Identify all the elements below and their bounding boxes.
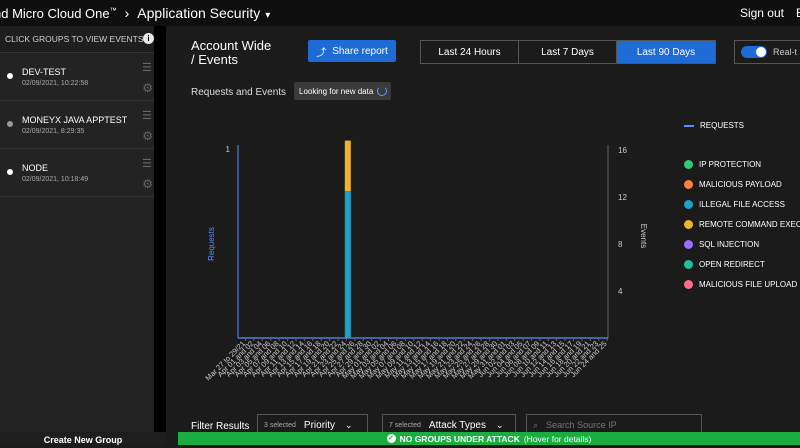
legend-item[interactable]: OPEN REDIRECT bbox=[684, 260, 765, 269]
y-axis-left-label: Requests bbox=[207, 227, 216, 261]
chevron-right-icon: › bbox=[124, 5, 130, 21]
toggle-switch[interactable] bbox=[741, 46, 767, 58]
app-switcher[interactable]: Application Security ▾ bbox=[137, 5, 270, 21]
group-time: 02/09/2021, 10:22:58 bbox=[22, 80, 89, 87]
legend-label: REMOTE COMMAND EXECU bbox=[699, 220, 800, 229]
spinner-icon bbox=[377, 86, 388, 96]
legend-item[interactable]: ILLEGAL FILE ACCESS bbox=[684, 200, 785, 209]
filter-label: Filter Results bbox=[191, 421, 250, 432]
loading-badge: Looking for new data bbox=[294, 82, 392, 100]
search-icon: ⌕ bbox=[533, 419, 539, 430]
legend-label: ILLEGAL FILE ACCESS bbox=[699, 200, 785, 209]
legend-line-swatch bbox=[684, 124, 694, 127]
share-report-button[interactable]: ⤴ Share report bbox=[308, 40, 396, 62]
group-item-node[interactable]: NODE 02/09/2021, 10:18:49 ☰ ⚙ bbox=[0, 149, 154, 197]
group-item-dev-test[interactable]: DEV-TEST 02/09/2021, 10:22:58 ☰ ⚙ bbox=[0, 53, 154, 101]
group-status-dot bbox=[7, 169, 13, 175]
legend-dot-swatch bbox=[684, 240, 693, 249]
top-bar: nd Micro Cloud One™ › Application Securi… bbox=[0, 0, 800, 26]
page-title: Account Wide / Events bbox=[191, 38, 272, 67]
chart-subtitle: Requests and Events bbox=[191, 87, 287, 98]
legend-dot-swatch bbox=[684, 180, 693, 189]
group-status-dot bbox=[7, 73, 13, 79]
attack-status-bar[interactable]: ✓ NO GROUPS UNDER ATTACK (Hover for deta… bbox=[178, 432, 800, 445]
range-last-90-days[interactable]: Last 90 Days bbox=[617, 41, 715, 63]
legend-label: SQL INJECTION bbox=[699, 240, 760, 249]
chevron-down-icon: ⌄ bbox=[496, 419, 504, 430]
right-tick-label: 4 bbox=[618, 287, 623, 296]
group-name: DEV-TEST bbox=[22, 67, 67, 77]
legend-label: IP PROTECTION bbox=[699, 160, 762, 169]
create-group-button[interactable]: Create New Group bbox=[0, 432, 166, 445]
legend-label: MALICIOUS FILE UPLOAD bbox=[699, 280, 798, 289]
legend-label: REQUESTS bbox=[700, 121, 745, 130]
group-status-dot bbox=[7, 121, 13, 127]
legend-item[interactable]: IP PROTECTION bbox=[684, 160, 761, 169]
time-range-selector: Last 24 Hours Last 7 Days Last 90 Days bbox=[420, 40, 716, 64]
y-axis-right-label: Events bbox=[639, 224, 648, 248]
right-tick-label: 12 bbox=[618, 193, 627, 202]
right-tick-label: 16 bbox=[618, 146, 627, 155]
legend-dot-swatch bbox=[684, 200, 693, 209]
right-tick-label: 8 bbox=[618, 240, 623, 249]
topbar-extra-link[interactable]: E bbox=[796, 6, 800, 20]
group-name: NODE bbox=[22, 163, 49, 173]
legend-item[interactable]: MALICIOUS FILE UPLOAD bbox=[684, 280, 797, 289]
main-panel: Account Wide / Events ⤴ Share report Las… bbox=[178, 26, 800, 445]
legend-dot-swatch bbox=[684, 280, 693, 289]
menu-icon[interactable]: ☰ bbox=[142, 61, 152, 74]
brand-name: nd Micro Cloud One™ bbox=[0, 5, 117, 21]
sidebar-header: CLICK GROUPS TO VIEW EVENTS i bbox=[0, 26, 154, 53]
check-circle-icon: ✓ bbox=[386, 434, 396, 443]
legend-item[interactable]: MALICIOUS PAYLOAD bbox=[684, 180, 782, 189]
menu-icon[interactable]: ☰ bbox=[142, 109, 152, 122]
legend-item[interactable]: REQUESTS bbox=[684, 121, 744, 130]
group-item-moneyx-java-apptest[interactable]: MONEYX JAVA APPTEST 02/09/2021, 8:29:35 … bbox=[0, 101, 154, 149]
legend-label: OPEN REDIRECT bbox=[699, 260, 765, 269]
search-input[interactable] bbox=[546, 420, 687, 430]
legend-label: MALICIOUS PAYLOAD bbox=[699, 180, 782, 189]
legend-dot-swatch bbox=[684, 160, 693, 169]
range-last-7-days[interactable]: Last 7 Days bbox=[519, 41, 617, 63]
sidebar: CLICK GROUPS TO VIEW EVENTS i DEV-TEST 0… bbox=[0, 26, 166, 445]
group-name: MONEYX JAVA APPTEST bbox=[22, 115, 128, 125]
range-last-24-hours[interactable]: Last 24 Hours bbox=[421, 41, 519, 63]
gear-icon[interactable]: ⚙ bbox=[142, 81, 153, 95]
legend-item[interactable]: REMOTE COMMAND EXECU bbox=[684, 220, 800, 229]
chevron-down-icon: ▾ bbox=[265, 10, 271, 21]
share-icon: ⤴ bbox=[316, 47, 327, 59]
group-time: 02/09/2021, 10:18:49 bbox=[22, 176, 89, 183]
bar-remote-command-execu bbox=[344, 140, 351, 192]
bar-illegal-file-access bbox=[344, 191, 351, 338]
sidebar-header-text: CLICK GROUPS TO VIEW EVENTS bbox=[5, 34, 144, 44]
realtime-toggle[interactable]: Real-t bbox=[734, 40, 800, 64]
legend-item[interactable]: SQL INJECTION bbox=[684, 240, 759, 249]
legend-dot-swatch bbox=[684, 220, 693, 229]
chevron-down-icon: ⌄ bbox=[345, 419, 353, 430]
menu-icon[interactable]: ☰ bbox=[142, 157, 152, 170]
gear-icon[interactable]: ⚙ bbox=[142, 177, 153, 191]
signout-link[interactable]: Sign out bbox=[740, 6, 784, 20]
group-time: 02/09/2021, 8:29:35 bbox=[22, 128, 85, 135]
left-tick-label: 1 bbox=[226, 145, 231, 154]
legend-dot-swatch bbox=[684, 260, 693, 269]
info-icon[interactable]: i bbox=[143, 33, 154, 44]
gear-icon[interactable]: ⚙ bbox=[142, 129, 153, 143]
